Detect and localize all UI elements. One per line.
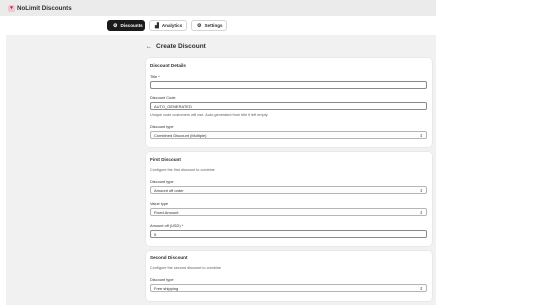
tab-analytics-label: Analytics: [161, 23, 183, 28]
select-chevron-icon: ⇕: [419, 210, 423, 215]
discount-type-value: Combined Discount (Multiple): [154, 133, 207, 138]
first-discount-help: Configure the first discount to combine: [150, 168, 215, 172]
discount-type-select[interactable]: Combined Discount (Multiple) ⇕: [150, 131, 427, 139]
first-discount-card: First Discount Configure the first disco…: [146, 152, 432, 246]
second-discount-type-select[interactable]: Free shipping ⇕: [150, 284, 427, 292]
select-chevron-icon: ⇕: [419, 286, 423, 291]
amount-off-label: Amount off (USD) *: [150, 223, 184, 228]
second-discount-type-value: Free shipping: [154, 286, 179, 291]
page-header: ← Create Discount: [146, 43, 206, 50]
title-field[interactable]: [150, 81, 427, 89]
select-chevron-icon: ⇕: [419, 133, 423, 138]
value-type-select[interactable]: Fixed Amount ⇕: [150, 208, 427, 216]
main-nav: ⚙ Discounts ▟ Analytics ⚙ Settings: [107, 20, 227, 31]
value-type-label: Value type: [150, 201, 169, 206]
discount-code-label: Discount Code: [150, 95, 176, 100]
discount-icon: ⚙: [113, 22, 118, 29]
discount-details-heading: Discount Details: [150, 63, 186, 68]
second-discount-card: Second Discount Configure the second dis…: [146, 251, 432, 301]
select-chevron-icon: ⇕: [419, 188, 423, 193]
value-type-value: Fixed Amount: [154, 210, 179, 215]
arrow-left-icon[interactable]: ←: [146, 44, 152, 50]
app-title: NoLimit Discounts: [17, 4, 72, 12]
tab-settings-label: Settings: [204, 23, 223, 28]
tab-discounts[interactable]: ⚙ Discounts: [107, 20, 145, 31]
discount-type-label: Discount type: [150, 124, 174, 129]
first-discount-type-label: Discount type: [150, 179, 174, 184]
second-discount-type-label: Discount type: [150, 277, 174, 282]
second-discount-help: Configure the second discount to combine: [150, 266, 221, 270]
page-title: Create Discount: [156, 43, 206, 50]
tab-analytics[interactable]: ▟ Analytics: [149, 20, 187, 31]
first-discount-type-select[interactable]: Amount off order ⇕: [150, 186, 427, 194]
first-discount-type-value: Amount off order: [154, 188, 184, 193]
discount-details-card: Discount Details Title * Discount Code A…: [146, 58, 432, 147]
app-logo-icon: ▾: [8, 4, 15, 12]
discount-code-help: Unique code customers will use. Auto-gen…: [150, 113, 269, 117]
tab-discounts-label: Discounts: [120, 23, 143, 28]
second-discount-heading: Second Discount: [150, 255, 188, 260]
chart-icon: ▟: [155, 22, 159, 29]
gear-icon: ⚙: [197, 22, 202, 29]
title-label: Title *: [150, 74, 160, 79]
first-discount-heading: First Discount: [150, 157, 181, 162]
tab-settings[interactable]: ⚙ Settings: [191, 20, 227, 31]
amount-off-field[interactable]: 5: [150, 230, 427, 238]
app-header: ▾ NoLimit Discounts: [0, 0, 436, 16]
discount-code-field[interactable]: AUTO_GENERATED: [150, 102, 427, 110]
